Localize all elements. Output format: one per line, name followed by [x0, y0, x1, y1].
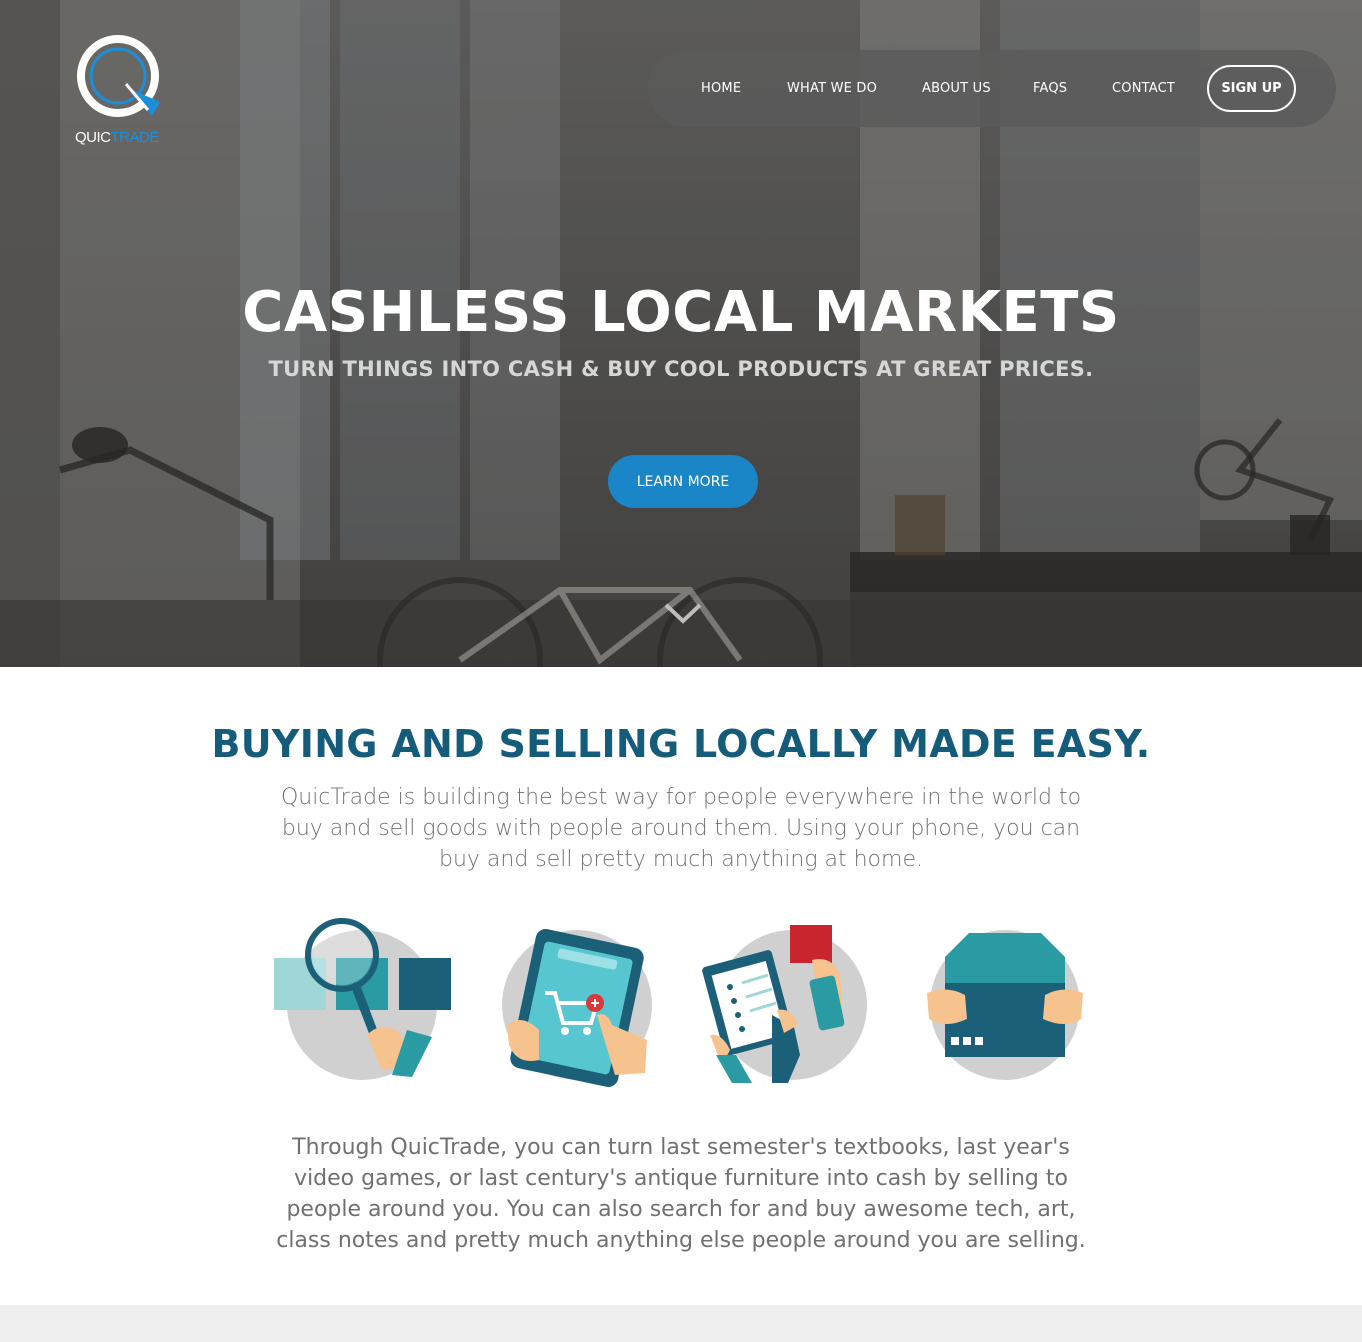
logo-text-trade: TRADE	[110, 129, 160, 146]
learn-more-button[interactable]: LEARN MORE	[608, 455, 758, 508]
search-magnifier-icon	[272, 915, 462, 1095]
tablet-cart-icon	[487, 915, 677, 1095]
nav-home[interactable]: HOME	[701, 81, 741, 96]
sign-up-button[interactable]: SIGN UP	[1207, 65, 1296, 112]
clipboard-payment-icon	[702, 915, 892, 1095]
outro-paragraph: Through QuicTrade, you can turn last sem…	[276, 1135, 1086, 1253]
intro-paragraph: QuicTrade is building the best way for p…	[280, 785, 1082, 872]
nav-what-we-do[interactable]: WHAT WE DO	[787, 81, 877, 96]
hero-section: QUICTRADE HOME WHAT WE DO ABOUT US FAQS …	[0, 0, 1362, 667]
nav-faqs[interactable]: FAQS	[1033, 81, 1067, 96]
section-title: BUYING AND SELLING LOCALLY MADE EASY.	[211, 722, 1151, 766]
feature-icons-row	[0, 915, 1362, 1095]
logo-text-quic: QUIC	[75, 129, 111, 146]
footer-strip	[0, 1305, 1362, 1342]
quictrade-logo[interactable]: QUICTRADE	[68, 32, 178, 152]
nav-contact[interactable]: CONTACT	[1112, 81, 1175, 96]
package-box-icon	[917, 915, 1107, 1095]
chevron-down-icon[interactable]	[663, 601, 703, 625]
logo-wordmark: QUICTRADE	[75, 129, 159, 146]
q-logo-icon	[77, 35, 160, 117]
hero-subtitle: TURN THINGS INTO CASH & BUY COOL PRODUCT…	[268, 357, 1094, 381]
main-nav: HOME WHAT WE DO ABOUT US FAQS CONTACT SI…	[648, 50, 1336, 127]
hero-title: CASHLESS LOCAL MARKETS	[242, 280, 1120, 345]
nav-about-us[interactable]: ABOUT US	[922, 81, 991, 96]
